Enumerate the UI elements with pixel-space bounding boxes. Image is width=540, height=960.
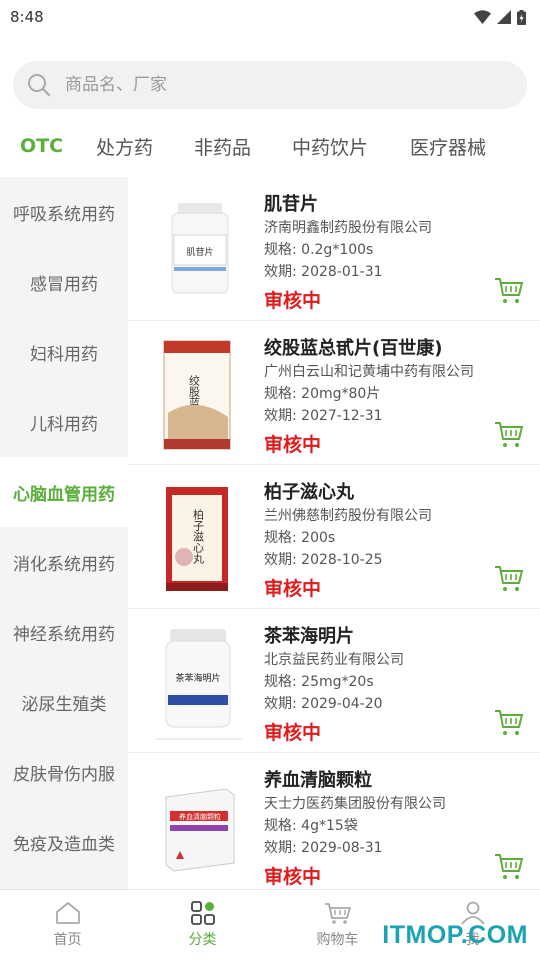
sidebar-item-immune[interactable]: 免疫及造血类	[0, 807, 128, 877]
search-icon	[28, 74, 51, 97]
product-pack-label: 茶苯海明片	[175, 672, 220, 684]
sidebar-item-gynecology[interactable]: 妇科用药	[0, 317, 128, 387]
tab-medical-devices[interactable]: 医疗器械	[410, 133, 486, 160]
add-to-cart-icon[interactable]	[494, 419, 524, 449]
product-name: 茶苯海明片	[264, 626, 354, 647]
product-item[interactable]: 肌苷片 肌苷片 济南明鑫制药股份有限公司 规格: 0.2g*100s 效期: 2…	[128, 177, 540, 321]
status-time: 8:48	[10, 8, 44, 26]
add-to-cart-icon[interactable]	[494, 851, 524, 881]
product-image[interactable]: 绞股蓝总甙片	[156, 335, 242, 453]
product-image[interactable]: 肌苷片	[156, 191, 242, 309]
tab-chinese-herbs[interactable]: 中药饮片	[292, 133, 368, 160]
product-name: 柏子滋心丸	[264, 482, 354, 503]
sidebar-item-digestive[interactable]: 消化系统用药	[0, 527, 128, 597]
product-status: 审核中	[264, 578, 322, 600]
product-status: 审核中	[264, 290, 322, 312]
nav-home-label: 首页	[53, 932, 82, 948]
product-expiry: 效期: 2027-12-31	[264, 408, 383, 424]
sidebar-item-respiratory[interactable]: 呼吸系统用药	[0, 177, 128, 247]
sidebar-item-cardio[interactable]: 心脑血管用药	[0, 457, 128, 527]
product-spec: 规格: 200s	[264, 530, 336, 546]
product-name: 养血清脑颗粒	[264, 770, 372, 791]
product-item[interactable]: 养血清脑颗粒 养血清脑颗粒 天士力医药集团股份有限公司 规格: 4g*15袋 效…	[128, 753, 540, 889]
add-to-cart-icon[interactable]	[494, 707, 524, 737]
product-maker: 天士力医药集团股份有限公司	[264, 796, 446, 812]
product-expiry: 效期: 2028-01-31	[264, 264, 383, 280]
tab-prescription[interactable]: 处方药	[96, 133, 153, 160]
search-bar[interactable]	[13, 61, 527, 109]
sidebar-item-cold[interactable]: 感冒用药	[0, 247, 128, 317]
category-sidebar: 呼吸系统用药 感冒用药 妇科用药 儿科用药 心脑血管用药 消化系统用药 神经系统…	[0, 177, 128, 889]
sidebar-item-pediatrics[interactable]: 儿科用药	[0, 387, 128, 457]
product-status: 审核中	[264, 866, 322, 888]
product-item[interactable]: 柏子滋心丸 柏子滋心丸 兰州佛慈制药股份有限公司 规格: 200s 效期: 20…	[128, 465, 540, 609]
tab-non-drug[interactable]: 非药品	[194, 133, 251, 160]
wifi-icon	[474, 10, 491, 24]
add-to-cart-icon[interactable]	[494, 275, 524, 305]
category-tabs: OTC 处方药 非药品 中药饮片 医疗器械	[0, 122, 540, 170]
battery-icon	[517, 9, 526, 25]
sidebar-item-nervous[interactable]: 神经系统用药	[0, 597, 128, 667]
product-name: 肌苷片	[264, 194, 318, 215]
category-icon	[190, 901, 215, 925]
watermark: ITMOP.COM	[382, 921, 528, 949]
nav-home[interactable]: 首页	[0, 890, 135, 960]
product-expiry: 效期: 2029-08-31	[264, 840, 383, 856]
nav-cart-label: 购物车	[316, 932, 359, 948]
product-spec: 规格: 20mg*80片	[264, 386, 381, 402]
cart-icon	[324, 903, 351, 924]
home-icon	[55, 902, 80, 924]
product-item[interactable]: 茶苯海明片 茶苯海明片 北京益民药业有限公司 规格: 25mg*20s 效期: …	[128, 609, 540, 753]
product-spec: 规格: 4g*15袋	[264, 818, 358, 834]
signal-icon	[497, 10, 511, 24]
product-maker: 广州白云山和记黄埔中药有限公司	[264, 364, 474, 380]
product-spec: 规格: 25mg*20s	[264, 674, 374, 690]
status-icons	[474, 9, 526, 25]
nav-category[interactable]: 分类	[135, 890, 270, 960]
nav-category-label: 分类	[188, 932, 217, 948]
product-list: 肌苷片 肌苷片 济南明鑫制药股份有限公司 规格: 0.2g*100s 效期: 2…	[128, 177, 540, 889]
product-maker: 兰州佛慈制药股份有限公司	[264, 508, 432, 524]
product-item[interactable]: 绞股蓝总甙片 绞股蓝总甙片(百世康) 广州白云山和记黄埔中药有限公司 规格: 2…	[128, 321, 540, 465]
search-input[interactable]	[65, 75, 465, 95]
product-status: 审核中	[264, 434, 322, 456]
product-image[interactable]: 茶苯海明片	[156, 623, 242, 741]
product-expiry: 效期: 2029-04-20	[264, 696, 383, 712]
sidebar-item-urogenital[interactable]: 泌尿生殖类	[0, 667, 128, 737]
add-to-cart-icon[interactable]	[494, 563, 524, 593]
product-pack-label: 养血清脑颗粒	[179, 812, 221, 821]
product-maker: 济南明鑫制药股份有限公司	[264, 220, 432, 236]
sidebar-item-skin-bone[interactable]: 皮肤骨伤内服	[0, 737, 128, 807]
status-bar: 8:48	[0, 0, 540, 34]
tab-otc[interactable]: OTC	[20, 135, 63, 157]
product-maker: 北京益民药业有限公司	[264, 652, 404, 668]
product-spec: 规格: 0.2g*100s	[264, 242, 374, 258]
product-name: 绞股蓝总甙片(百世康)	[264, 338, 443, 359]
product-image[interactable]: 养血清脑颗粒	[156, 767, 242, 885]
product-expiry: 效期: 2028-10-25	[264, 552, 383, 568]
product-image[interactable]: 柏子滋心丸	[156, 479, 242, 597]
product-pack-label: 柏子滋心丸	[192, 508, 205, 565]
product-status: 审核中	[264, 722, 322, 744]
product-pack-label: 肌苷片	[186, 246, 213, 258]
